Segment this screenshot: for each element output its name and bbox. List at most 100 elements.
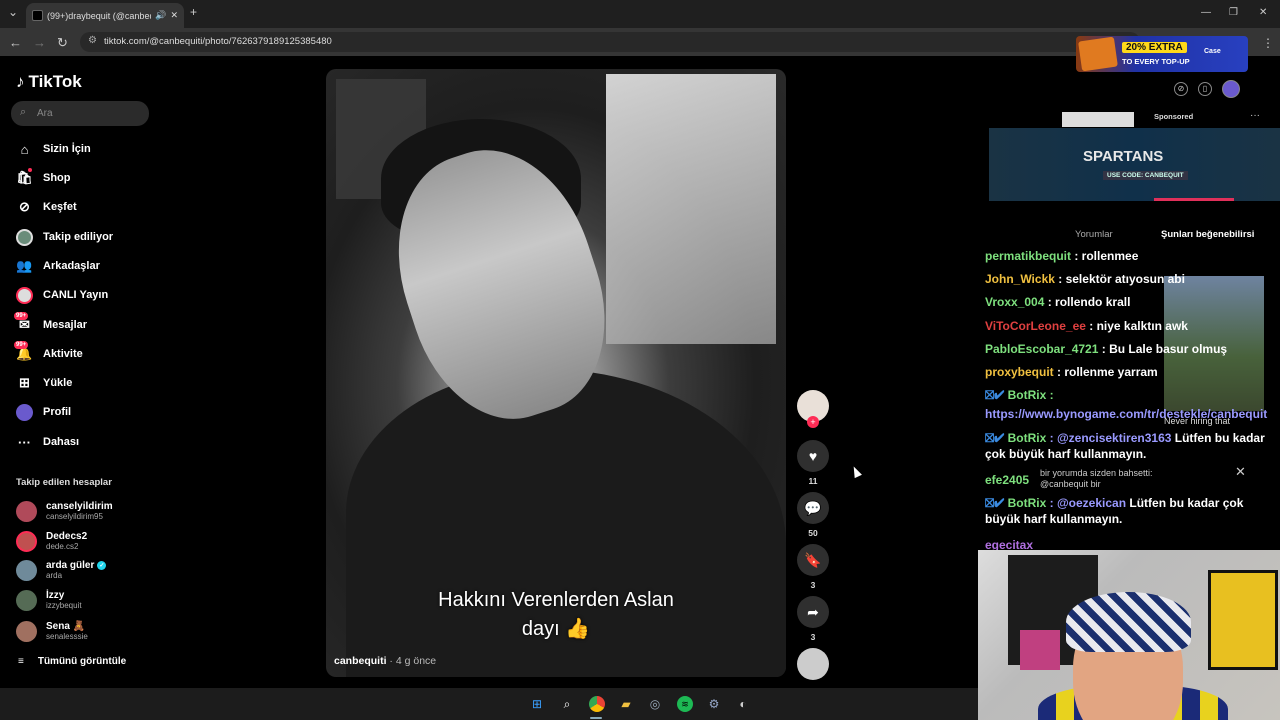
- minimize-button[interactable]: —: [1201, 7, 1211, 18]
- message-icon: ✉ 99+: [14, 311, 30, 332]
- tab-suggested[interactable]: Şunları beğenebilirsi: [1161, 229, 1280, 240]
- account-user: dede.cs2: [46, 542, 79, 551]
- nav-label: Yükle: [43, 377, 73, 389]
- chat-mention[interactable]: : @oezekican: [1046, 496, 1126, 510]
- sponsored-thumbnail: [1062, 112, 1134, 127]
- follow-plus-icon[interactable]: +: [807, 416, 819, 428]
- following-account[interactable]: arda güler ✓ arda: [16, 557, 107, 583]
- tab-yorumlar[interactable]: Yorumlar: [1075, 229, 1113, 240]
- post-author[interactable]: canbequiti: [334, 655, 387, 667]
- like-button[interactable]: ♥: [797, 440, 829, 472]
- nav-yukle[interactable]: ⊞ Yükle: [16, 374, 72, 392]
- tab-search-icon[interactable]: ⌄: [8, 5, 18, 19]
- nav-label: Profil: [43, 406, 72, 418]
- sponsor-banner: SPARTANS USE CODE: CANBEQUIT: [989, 128, 1280, 201]
- chat-line: John_Wickk : selektör atıyosun abi: [985, 271, 1280, 287]
- badge: 99+: [14, 340, 29, 349]
- nav-dahasi[interactable]: ··· Dahası: [16, 433, 79, 451]
- chat-mention[interactable]: : @zencisektiren3163: [1046, 431, 1172, 445]
- search-input[interactable]: ⌕ Ara: [11, 101, 149, 126]
- windows-start-icon[interactable]: ⊞: [529, 696, 545, 712]
- maximize-button[interactable]: ❐: [1229, 7, 1238, 18]
- tab-close-icon[interactable]: ✕: [170, 10, 178, 21]
- steam-icon[interactable]: ◎: [647, 696, 663, 712]
- see-all-link[interactable]: ≡ Tümünü görüntüle: [18, 656, 126, 667]
- share-button[interactable]: ➦: [797, 596, 829, 628]
- banner-code: USE CODE: CANBEQUIT: [1103, 171, 1188, 180]
- phone-icon[interactable]: ▯: [1198, 82, 1212, 96]
- app-icon[interactable]: ◐: [735, 696, 751, 712]
- browser-tab[interactable]: (99+)draybequit (@canbeq 🔊 ✕: [26, 3, 184, 28]
- avatar: [16, 228, 33, 246]
- account-user: senalesssie: [46, 632, 88, 641]
- chat-line: permatikbequit : rollenmee: [985, 248, 1280, 264]
- tiktok-note-icon: ♪: [16, 72, 25, 91]
- friends-icon: 👥: [16, 258, 33, 273]
- post-caption-line1: Hakkını Verenlerden Aslan: [438, 589, 674, 611]
- bot-badge-icon: ⛝✔: [985, 496, 1005, 510]
- banner-title: SPARTANS: [1083, 148, 1164, 165]
- webcam-overlay: [978, 550, 1280, 720]
- avatar: [16, 589, 37, 611]
- nav-profil[interactable]: Profil: [16, 403, 71, 421]
- spotify-icon[interactable]: ≋: [677, 696, 693, 712]
- chat-link[interactable]: https://www.bynogame.com/tr/destekle/can…: [985, 406, 1280, 422]
- chat-user: BotRix :: [1007, 388, 1054, 402]
- chat-line: proxybequit : rollenme yarram: [985, 364, 1280, 380]
- close-window-button[interactable]: ✕: [1259, 7, 1267, 18]
- settings-gear-icon[interactable]: ⚙: [706, 696, 722, 712]
- tiktok-logo[interactable]: ♪ TikTok: [16, 72, 82, 92]
- avatar[interactable]: [1222, 80, 1240, 98]
- account-name: Dedecs2: [46, 531, 88, 542]
- nav-sizin-icin[interactable]: ⌂ Sizin İçin: [16, 140, 91, 158]
- folder-icon[interactable]: ▰: [618, 696, 634, 712]
- url-text: tiktok.com/@canbequiti/photo/76263791891…: [104, 36, 332, 47]
- home-icon: ⌂: [20, 141, 29, 157]
- nav-mesajlar[interactable]: ✉ 99+ Mesajlar: [14, 311, 87, 334]
- nav-canli-yayin[interactable]: CANLI Yayın: [16, 286, 108, 304]
- chat-line: ⛝✔ BotRix : @oezekican Lütfen bu kadar ç…: [985, 495, 1280, 527]
- nav-label: CANLI Yayın: [43, 289, 109, 301]
- save-button[interactable]: 🔖: [797, 544, 829, 576]
- forward-arrow-icon[interactable]: →: [33, 35, 46, 50]
- nav-label: Shop: [43, 172, 71, 184]
- nav-shop[interactable]: 🛍 Shop: [16, 167, 71, 187]
- url-field[interactable]: ⚙ tiktok.com/@canbequiti/photo/762637918…: [80, 32, 1140, 52]
- back-arrow-icon[interactable]: ←: [9, 35, 22, 50]
- heart-icon: ♥: [808, 448, 818, 464]
- following-account[interactable]: İzzy izzybequit: [16, 587, 82, 613]
- chat-line: Vroxx_004 : rollendo krall: [985, 294, 1280, 310]
- photo-post[interactable]: Hakkını Verenlerden Aslan dayı 👍 canbequ…: [326, 69, 786, 677]
- chat-user: permatikbequit: [985, 249, 1072, 263]
- notification-close-icon[interactable]: ✕: [1235, 464, 1246, 480]
- promo-banner[interactable]: 20% EXTRA TO EVERY TOP-UP Case: [1076, 36, 1248, 72]
- reload-icon[interactable]: ↻: [57, 35, 68, 51]
- browser-menu-icon[interactable]: ⋮: [1262, 36, 1274, 50]
- chat-user: BotRix: [1007, 431, 1047, 445]
- more-options-icon[interactable]: ···: [1250, 110, 1260, 121]
- chrome-icon[interactable]: [589, 696, 605, 712]
- nav-arkadaslar[interactable]: 👥 Arkadaşlar: [16, 257, 100, 275]
- comment-icon: 💬: [804, 499, 822, 516]
- nav-aktivite[interactable]: 🔔 99+ Aktivite: [14, 340, 83, 363]
- nav-takip-ediliyor[interactable]: Takip ediliyor: [16, 228, 113, 246]
- following-account[interactable]: Sena 🧸 senalesssie: [16, 618, 88, 644]
- speaker-icon[interactable]: 🔊: [155, 10, 166, 21]
- site-info-icon[interactable]: ⚙: [88, 35, 97, 46]
- new-tab-button[interactable]: +: [190, 5, 197, 19]
- mention-notification[interactable]: bir yorumda sizden bahsetti: @canbequit …: [1040, 468, 1170, 490]
- following-account[interactable]: Dedecs2 dede.cs2: [16, 528, 87, 554]
- nav-label: Takip ediliyor: [43, 231, 114, 243]
- comment-button[interactable]: 💬: [797, 492, 829, 524]
- music-disc-icon[interactable]: [797, 648, 829, 680]
- search-icon[interactable]: ⌕: [559, 696, 575, 712]
- chat-message: : rollenme yarram: [1053, 365, 1158, 379]
- following-account[interactable]: canselyildirim canselyildirim95: [16, 498, 113, 524]
- post-meta: canbequiti · 4 g önce: [334, 655, 436, 667]
- account-user: izzybequit: [46, 601, 82, 610]
- more-icon: ···: [18, 434, 31, 450]
- chat-user: egecitax: [985, 538, 1034, 550]
- nav-label: Arkadaşlar: [43, 260, 100, 272]
- nav-kesfet[interactable]: ⊘ Keşfet: [16, 198, 77, 216]
- compass-icon[interactable]: ⊘: [1174, 82, 1188, 96]
